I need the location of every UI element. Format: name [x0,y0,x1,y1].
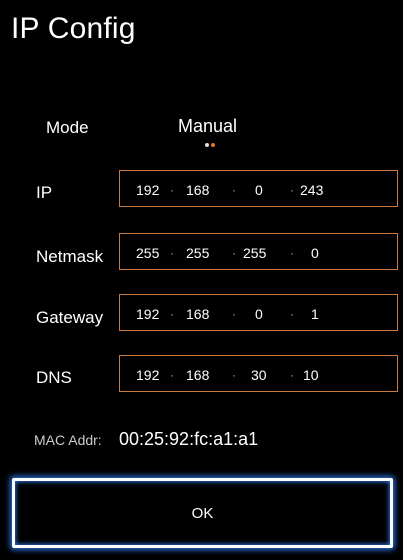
ip-octet-1[interactable]: 192 [136,182,159,198]
gateway-octet-1[interactable]: 192 [136,306,159,322]
octet-separator: · [170,368,174,382]
ok-button[interactable]: OK [12,478,393,548]
octet-separator: · [170,307,174,321]
octet-separator: · [170,183,174,197]
dns-label: DNS [36,368,72,387]
mode-page-indicator [205,143,219,149]
ip-label: IP [36,183,53,202]
mac-label: MAC Addr: [34,432,102,448]
dns-octet-4[interactable]: 10 [303,367,319,383]
dns-field[interactable]: 192 · 168 · 30 · 10 [119,355,398,392]
octet-separator: · [232,183,236,197]
gateway-label: Gateway [36,308,104,327]
dns-octet-3[interactable]: 30 [251,367,267,383]
dns-octet-2[interactable]: 168 [186,367,209,383]
netmask-octet-2[interactable]: 255 [186,245,209,261]
ip-octet-2[interactable]: 168 [186,182,209,198]
octet-separator: · [290,246,294,260]
mode-indicator-dot-active [211,143,215,147]
ip-field[interactable]: 192 · 168 · 0 · 243 [119,170,398,207]
mac-value: 00:25:92:fc:a1:a1 [119,429,259,449]
ip-octet-4[interactable]: 243 [300,182,323,198]
octet-separator: · [232,307,236,321]
mode-selector[interactable]: Manual [178,116,237,137]
gateway-octet-4[interactable]: 1 [311,306,319,322]
octet-separator: · [232,368,236,382]
mode-indicator-dot [205,143,209,147]
dns-octet-1[interactable]: 192 [136,367,159,383]
gateway-octet-2[interactable]: 168 [186,306,209,322]
octet-separator: · [170,246,174,260]
octet-separator: · [290,368,294,382]
page-title: IP Config [11,12,136,45]
mode-label: Mode [46,118,89,137]
netmask-octet-3[interactable]: 255 [243,245,266,261]
octet-separator: · [290,307,294,321]
ip-octet-3[interactable]: 0 [255,182,263,198]
netmask-label: Netmask [36,247,104,266]
octet-separator: · [290,183,294,197]
gateway-field[interactable]: 192 · 168 · 0 · 1 [119,294,398,331]
netmask-octet-1[interactable]: 255 [136,245,159,261]
gateway-octet-3[interactable]: 0 [255,306,263,322]
netmask-field[interactable]: 255 · 255 · 255 · 0 [119,233,398,270]
octet-separator: · [232,246,236,260]
netmask-octet-4[interactable]: 0 [311,245,319,261]
